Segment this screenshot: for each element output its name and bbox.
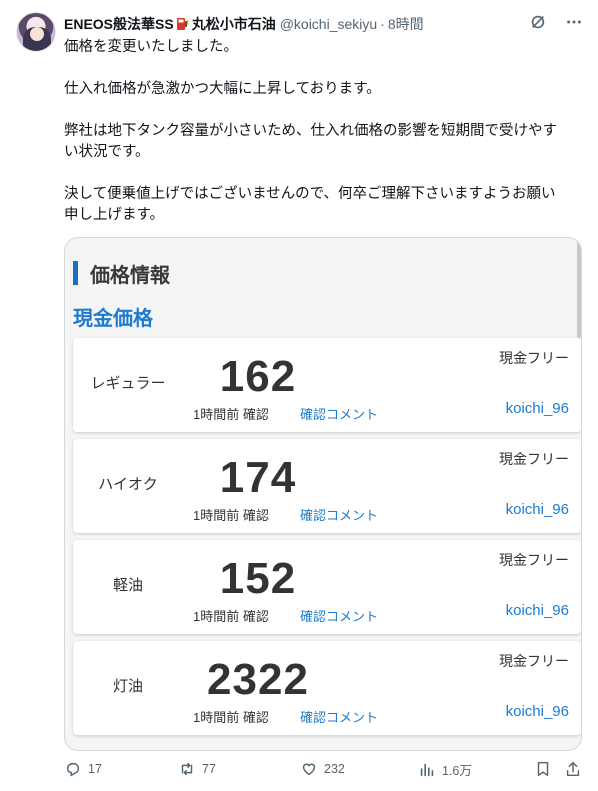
views-button[interactable]: 1.6万 — [418, 760, 472, 779]
bookmark-icon — [537, 761, 549, 777]
confirmed-time: 1時間前 確認 — [193, 710, 269, 725]
price-value: 174 — [219, 453, 297, 502]
retweet-button[interactable]: 77 — [178, 760, 216, 778]
tweet-line: 決して便乗値上げではございませんので、何卒ご理解下さいますようお願い — [64, 186, 556, 202]
user-handle[interactable]: @koichi_sekiyu — [280, 16, 377, 32]
confirm-comment-link: 確認コメント — [300, 609, 379, 624]
price-value: 162 — [219, 352, 297, 401]
fuel-type: ハイオク — [98, 476, 158, 493]
price-value: 152 — [219, 554, 297, 603]
reporter-user: koichi_96 — [505, 400, 569, 417]
confirm-comment-link: 確認コメント — [300, 407, 379, 422]
cash-free-label: 現金フリー — [499, 451, 569, 467]
section-title-text: 価格情報 — [90, 264, 170, 287]
tweet-line: 価格を変更いたしました。 — [64, 39, 238, 55]
reply-button[interactable]: 17 — [64, 760, 102, 778]
confirm-comment-link: 確認コメント — [300, 508, 379, 523]
tweet-actions: 17 77 232 1.6万 — [64, 760, 584, 786]
confirmed-time: 1時間前 確認 — [193, 609, 269, 624]
more-icon[interactable] — [564, 12, 584, 32]
share-button[interactable] — [564, 760, 582, 778]
timestamp[interactable]: 8時間 — [388, 14, 424, 34]
fuel-type: 軽油 — [112, 577, 143, 594]
reporter-user: koichi_96 — [505, 602, 569, 619]
avatar-face — [30, 27, 44, 41]
views-count: 1.6万 — [442, 764, 472, 778]
cash-free-label: 現金フリー — [499, 552, 569, 568]
heart-icon — [302, 763, 316, 776]
like-count: 232 — [324, 762, 345, 776]
section-title: 価格情報 — [73, 260, 170, 287]
retweet-icon — [181, 762, 193, 776]
fuel-type: 灯油 — [112, 678, 143, 695]
display-name[interactable]: ENEOS般法華SS — [64, 14, 174, 34]
scrollbar — [577, 238, 581, 338]
bookmark-button[interactable] — [534, 760, 552, 778]
separator-dot: · — [380, 16, 385, 32]
tweet-line: 弊社は地下タンク容量が小さいため、仕入れ価格の影響を短期間で受けやす — [64, 123, 557, 139]
avatar[interactable] — [16, 12, 56, 52]
reporter-user: koichi_96 — [505, 703, 569, 720]
fuel-pump-icon — [176, 18, 189, 30]
reporter-user: koichi_96 — [505, 501, 569, 518]
attached-image[interactable]: 価格情報 現金価格 レギュラー 162 1時間前 確認 確認コメント 現金フリー… — [64, 237, 582, 751]
price-row: 軽油 152 1時間前 確認 確認コメント 現金フリー koichi_96 — [73, 540, 581, 634]
like-button[interactable]: 232 — [300, 760, 345, 778]
confirmed-time: 1時間前 確認 — [193, 407, 269, 422]
tweet-line: 仕入れ価格が急激かつ大幅に上昇しております。 — [64, 81, 381, 97]
cash-free-label: 現金フリー — [499, 653, 569, 669]
title-bar — [73, 261, 78, 285]
price-value: 2322 — [207, 655, 309, 704]
tweet-line: い状況です。 — [64, 144, 150, 160]
reply-icon — [66, 762, 80, 777]
price-row: ハイオク 174 1時間前 確認 確認コメント 現金フリー koichi_96 — [73, 439, 581, 533]
tweet-header: ENEOS般法華SS 丸松小市石油 @koichi_sekiyu · 8時間 — [64, 14, 424, 34]
cash-free-label: 現金フリー — [499, 350, 569, 366]
confirmed-time: 1時間前 確認 — [193, 508, 269, 523]
confirm-comment-link: 確認コメント — [300, 710, 379, 725]
display-name-suffix[interactable]: 丸松小市石油 — [192, 14, 276, 34]
grok-icon[interactable] — [528, 12, 548, 32]
price-row: レギュラー 162 1時間前 確認 確認コメント 現金フリー koichi_96 — [73, 338, 581, 432]
tweet-line: 申し上げます。 — [64, 207, 165, 223]
tweet-text: 価格を変更いたしました。 仕入れ価格が急激かつ大幅に上昇しております。 弊社は地… — [64, 37, 584, 226]
share-icon — [566, 761, 580, 777]
retweet-count: 77 — [202, 762, 216, 776]
subsection-title: 現金価格 — [73, 308, 153, 330]
tweet-top-actions — [528, 12, 584, 32]
reply-count: 17 — [88, 762, 102, 776]
price-row: 灯油 2322 1時間前 確認 確認コメント 現金フリー koichi_96 — [73, 641, 581, 735]
fuel-type: レギュラー — [90, 375, 166, 392]
views-icon — [420, 763, 434, 776]
